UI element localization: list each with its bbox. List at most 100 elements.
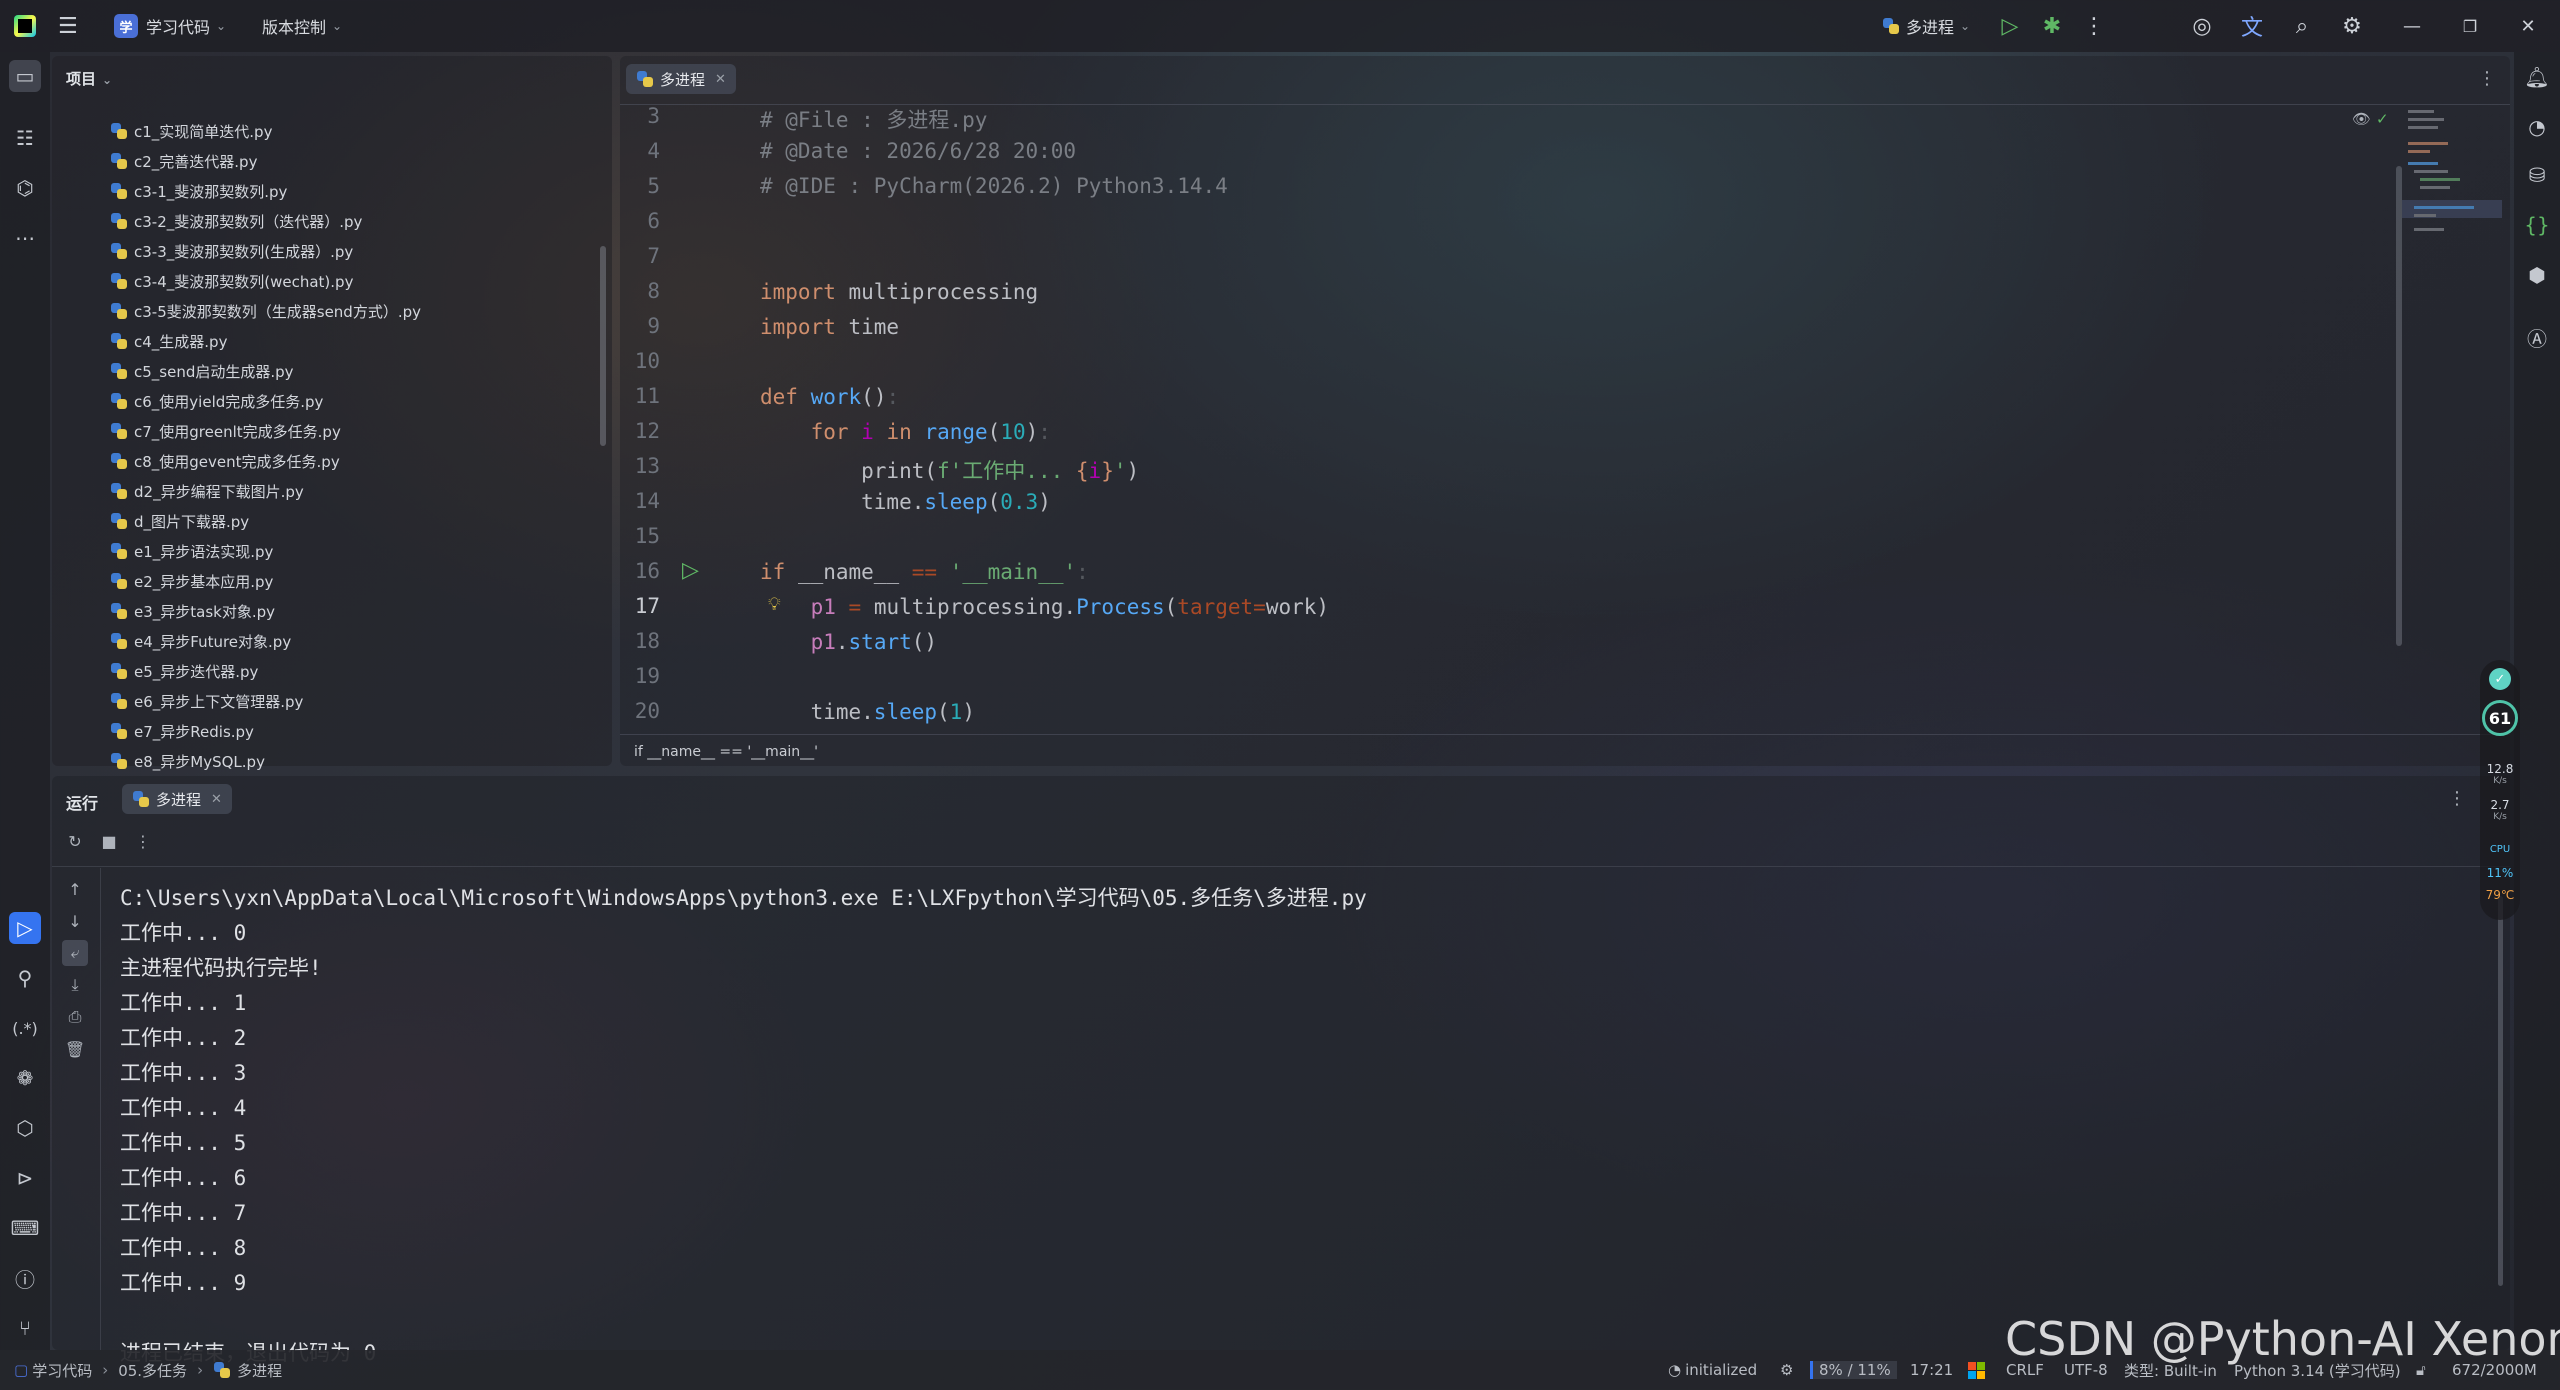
search-icon[interactable]: ⌕ <box>2288 12 2316 40</box>
scroll-up-icon[interactable]: ↑ <box>62 876 88 902</box>
python-file-icon <box>110 302 128 320</box>
debug-icon[interactable]: ✱ <box>2038 12 2066 40</box>
close-tab-icon[interactable]: ✕ <box>715 72 726 87</box>
right-tool-strip: 🔔︎ ◔ ⛁ {} ⬢ Ⓐ <box>2514 52 2560 1350</box>
text-icon[interactable]: Ⓐ <box>2522 322 2552 352</box>
crumb-folder[interactable]: 05.多任务 <box>118 1360 187 1381</box>
file-tree-item[interactable]: e8_异步MySQL.py <box>110 746 265 776</box>
more-vertical-icon[interactable]: ⋮ <box>2080 12 2108 40</box>
more-vertical-icon[interactable]: ⋮ <box>2478 68 2496 89</box>
project-folder-icon[interactable]: ▭ <box>9 60 41 92</box>
packages-icon[interactable]: ⬡ <box>9 1112 41 1144</box>
database-icon[interactable]: ⛁ <box>2522 160 2552 190</box>
console-scrollbar[interactable] <box>2498 896 2503 1286</box>
json-icon[interactable]: {} <box>2522 210 2552 240</box>
line-number: 19 <box>634 664 660 688</box>
caret-position[interactable]: 17:21 <box>1910 1350 1953 1390</box>
system-monitor-widget[interactable]: ✓ 61 12.8 K/s 2.7 K/s CPU 11% 79℃ <box>2480 660 2520 920</box>
more-tools-icon[interactable]: ⋯ <box>9 222 41 254</box>
notifications-bell-icon[interactable]: 🔔︎ <box>2522 62 2552 92</box>
structure-icon[interactable]: ☷ <box>9 122 41 154</box>
file-name: c2_完善迭代器.py <box>134 152 258 171</box>
file-tree-item[interactable]: c1_实现简单迭代.py <box>110 116 272 146</box>
code-breadcrumb[interactable]: if __name__ == '__main__' <box>634 744 818 760</box>
run-tab[interactable]: 多进程 ✕ <box>122 784 232 814</box>
file-tree-item[interactable]: e4_异步Future对象.py <box>110 626 291 656</box>
python-file-icon <box>213 1361 231 1379</box>
crumb-file[interactable]: 多进程 <box>237 1360 282 1381</box>
status-breadcrumb[interactable]: ▢ 学习代码 › 05.多任务 › 多进程 <box>14 1350 282 1390</box>
git-branch-icon[interactable]: ⑂ <box>9 1312 41 1344</box>
print-icon[interactable]: ⎙ <box>62 1004 88 1030</box>
file-tree-item[interactable]: e2_异步基本应用.py <box>110 566 273 596</box>
project-name: 学习代码 <box>146 18 211 37</box>
line-number: 20 <box>634 699 660 723</box>
problems-icon[interactable]: ⓘ <box>9 1262 41 1294</box>
file-tree-item[interactable]: c8_使用gevent完成多任务.py <box>110 446 340 476</box>
python-console-icon[interactable]: ❁ <box>9 1062 41 1094</box>
file-tree-item[interactable]: c7_使用greenlt完成多任务.py <box>110 416 341 446</box>
scroll-down-icon[interactable]: ↓ <box>62 908 88 934</box>
minimap[interactable] <box>2402 102 2502 282</box>
line-number: 5 <box>647 174 660 198</box>
ai-assistant-icon[interactable]: ◎ <box>2188 12 2216 40</box>
file-tree-item[interactable]: c5_send启动生成器.py <box>110 356 294 386</box>
stop-icon[interactable]: ■ <box>96 828 122 854</box>
run-gutter-icon[interactable]: ▷ <box>682 558 699 583</box>
project-switcher[interactable]: 学 学习代码 ⌄ <box>114 0 226 52</box>
file-tree-item[interactable]: c2_完善迭代器.py <box>110 146 257 176</box>
crumb-project[interactable]: 学习代码 <box>32 1360 92 1381</box>
file-tree-item[interactable]: d_图片下载器.py <box>110 506 249 536</box>
file-tree-item[interactable]: e1_异步语法实现.py <box>110 536 273 566</box>
project-panel-title[interactable]: 项目 ⌄ <box>66 68 112 89</box>
close-tab-icon[interactable]: ✕ <box>211 792 222 807</box>
memory-indicator[interactable]: 8% / 11% <box>1810 1350 1897 1390</box>
reader-mode-icon[interactable]: 👁︎ <box>2352 110 2371 128</box>
editor-tab[interactable]: 多进程 ✕ <box>626 64 736 94</box>
file-tree-item[interactable]: c3-4_斐波那契数列(wechat).py <box>110 266 353 296</box>
soft-wrap-icon[interactable]: ⤶ <box>62 940 88 966</box>
rerun-icon[interactable]: ↻ <box>62 828 88 854</box>
file-tree-item[interactable]: c3-5斐波那契数列（生成器send方式）.py <box>110 296 421 326</box>
main-menu-icon[interactable]: ☰ <box>58 0 78 52</box>
restore-icon[interactable]: ❐ <box>2456 12 2484 40</box>
file-tree-item[interactable]: e5_异步迭代器.py <box>110 656 258 686</box>
run-tool-icon[interactable]: ▷ <box>9 912 41 944</box>
file-tree-item[interactable]: e6_异步上下文管理器.py <box>110 686 303 716</box>
regex-icon[interactable]: (.*) <box>9 1012 41 1044</box>
file-tree-item[interactable]: d2_异步编程下载图片.py <box>110 476 304 506</box>
trash-icon[interactable]: 🗑︎ <box>62 1036 88 1062</box>
plugin-icon[interactable]: ⬢ <box>2522 260 2552 290</box>
settings-small-icon[interactable]: ⚙ <box>1780 1350 1793 1390</box>
gear-icon[interactable]: ⚙ <box>2338 12 2366 40</box>
terminal-icon[interactable]: ⌨ <box>9 1212 41 1244</box>
more-vertical-icon[interactable]: ⋮ <box>130 828 156 854</box>
file-tree-item[interactable]: c3-3_斐波那契数列(生成器）.py <box>110 236 353 266</box>
run-config-selector[interactable]: 多进程 ⌄ <box>1882 0 1970 52</box>
run-panel: 运行 多进程 ✕ ⋮ ↻ ■ ⋮ ↑ ↓ ⤶ ⤓ ⎙ 🗑︎ C:\Users\y… <box>52 776 2510 1365</box>
close-icon[interactable]: ✕ <box>2514 12 2542 40</box>
run-icon[interactable]: ▷ <box>1996 12 2024 40</box>
file-tree-item[interactable]: e7_异步Redis.py <box>110 716 254 746</box>
lsp-status[interactable]: ◔ initialized <box>1668 1350 1757 1390</box>
file-tree-item[interactable]: c3-1_斐波那契数列.py <box>110 176 287 206</box>
windows-logo-icon <box>1968 1350 1985 1390</box>
file-tree-item[interactable]: e3_异步task对象.py <box>110 596 275 626</box>
python-packages-icon[interactable]: ⌬ <box>9 172 41 204</box>
translate-icon[interactable]: 文 <box>2238 12 2266 41</box>
run-services-icon[interactable]: ⊳ <box>9 1162 41 1194</box>
file-tree-item[interactable]: c3-2_斐波那契数列（迭代器）.py <box>110 206 362 236</box>
more-vertical-icon[interactable]: ⋮ <box>2448 788 2466 809</box>
minimize-icon[interactable]: — <box>2398 12 2426 40</box>
services-icon[interactable]: ⚲ <box>9 962 41 994</box>
file-tree-item[interactable]: c6_使用yield完成多任务.py <box>110 386 323 416</box>
ai-chat-icon[interactable]: ◔ <box>2522 112 2552 142</box>
code-line: time.sleep(0.3) <box>760 490 1051 514</box>
editor-scrollbar[interactable] <box>2396 166 2402 646</box>
project-scrollbar[interactable] <box>600 246 606 446</box>
scroll-to-end-icon[interactable]: ⤓ <box>62 972 88 998</box>
vcs-menu[interactable]: 版本控制 ⌄ <box>262 0 342 52</box>
app-logo[interactable] <box>14 0 36 52</box>
file-name: c3-5斐波那契数列（生成器send方式）.py <box>134 302 421 321</box>
file-tree-item[interactable]: c4_生成器.py <box>110 326 227 356</box>
